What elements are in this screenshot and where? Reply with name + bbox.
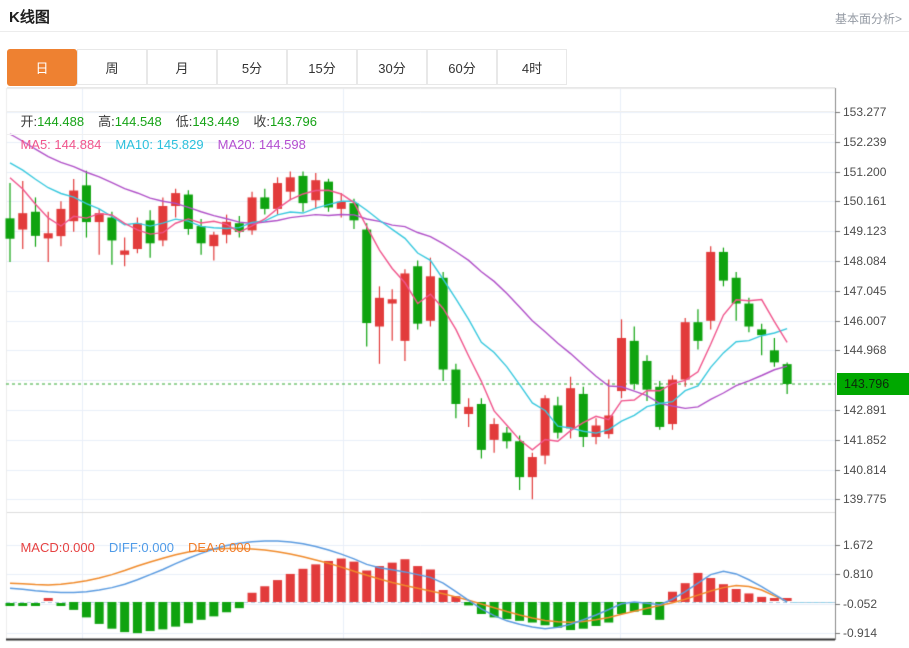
ma20-value: 144.598	[258, 137, 306, 152]
macd-readout: MACD:0.000 DIFF:0.000 DEA:0.000	[6, 515, 835, 555]
price-tick-label: 144.968	[843, 343, 887, 358]
ma-readout: MA5: 144.884 MA10: 145.829 MA20: 144.598	[6, 112, 835, 152]
price-tick-label: 151.200	[843, 164, 887, 179]
price-tick-label: 140.814	[843, 462, 887, 477]
current-price-badge: 143.796	[837, 373, 909, 395]
macd-value: 0.000	[62, 540, 95, 555]
price-tick-label: 150.161	[843, 194, 887, 209]
kline-app: K线图 基本面分析> 日周月5分15分30分60分4时 开:144.488高:1…	[0, 0, 909, 648]
price-tick-label: 153.277	[843, 105, 887, 119]
dea-label: DEA:	[187, 540, 219, 555]
price-tick-label: 149.123	[843, 224, 887, 239]
diff-value: 0.000	[141, 540, 174, 555]
price-tick-label: 147.045	[843, 283, 887, 298]
dea-value: 0.000	[218, 540, 251, 555]
price-tick-label: 152.239	[843, 134, 887, 149]
price-tick-label: 148.084	[843, 253, 887, 268]
macd-tick-label: 1.672	[843, 537, 874, 552]
price-tick-label: 141.852	[843, 432, 887, 447]
macd-tick-label: -0.052	[843, 596, 878, 611]
ohlc-readout: 开:144.488 高:144.548 低:143.449 收:143.796	[6, 89, 835, 129]
ma10-value: 145.829	[156, 137, 204, 152]
ma20-label: MA20:	[217, 137, 256, 152]
diff-label: DIFF:	[108, 540, 142, 555]
macd-label: MACD:	[20, 540, 63, 555]
macd-tick-label: -0.914	[843, 626, 878, 641]
price-tick-label: 139.775	[843, 492, 887, 507]
price-tick-label: 146.007	[843, 313, 887, 328]
ma5-label: MA5:	[20, 137, 51, 152]
price-tick-label: 142.891	[843, 402, 887, 417]
macd-tick-label: 0.810	[843, 567, 874, 582]
ma10-label: MA10:	[115, 137, 153, 152]
